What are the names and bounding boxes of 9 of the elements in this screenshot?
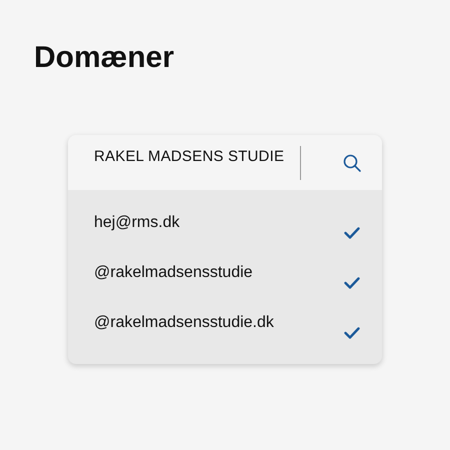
domain-name: hej@rms.dk bbox=[94, 214, 180, 232]
domain-name: @rakelmadsensstudie bbox=[94, 264, 253, 282]
studio-name: RAKEL MADSENS STUDIE bbox=[94, 148, 284, 165]
check-icon[interactable] bbox=[344, 327, 360, 339]
page-title: Domæner bbox=[34, 40, 176, 76]
search-icon[interactable] bbox=[342, 152, 362, 172]
check-icon[interactable] bbox=[344, 277, 360, 289]
check-icon[interactable] bbox=[344, 227, 360, 239]
domain-name: @rakelmadsensstudie.dk bbox=[94, 314, 274, 332]
